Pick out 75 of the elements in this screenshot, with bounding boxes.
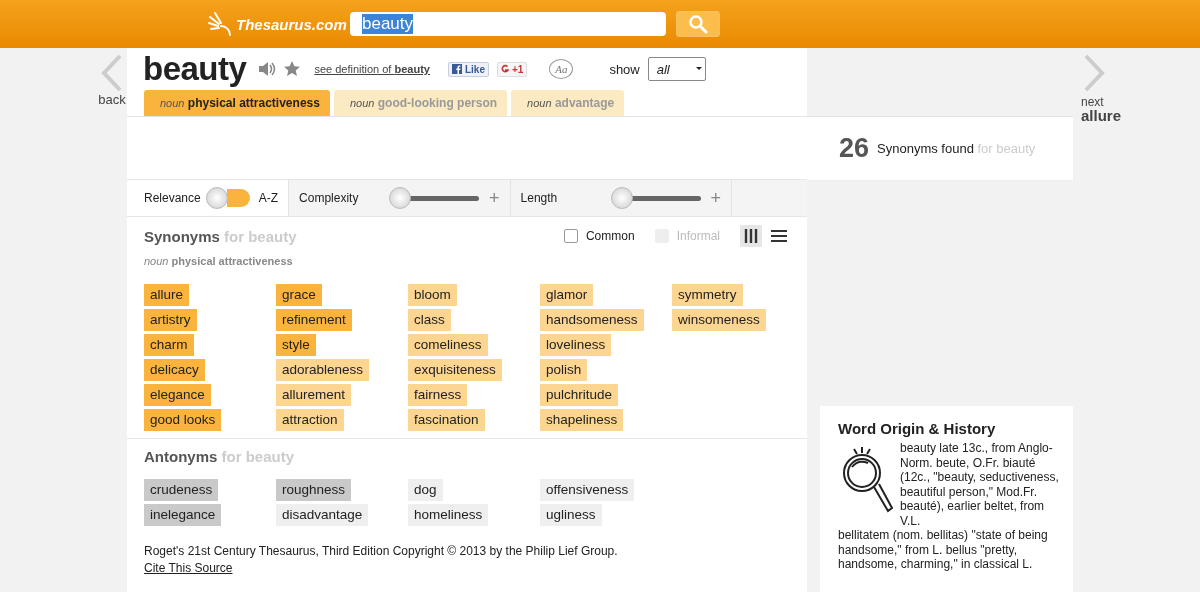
synonym-link[interactable]: elegance: [144, 384, 211, 406]
plus-one-button[interactable]: +1: [497, 61, 528, 77]
filter-slider[interactable]: [389, 187, 480, 209]
synonym-link[interactable]: winsomeness: [672, 309, 766, 331]
sense-tab[interactable]: noun good-looking person: [333, 90, 508, 116]
synonym-link[interactable]: adorableness: [276, 359, 370, 381]
antonym-link[interactable]: ugliness: [540, 504, 602, 526]
synonym-link[interactable]: glamor: [540, 284, 594, 306]
synonym-link[interactable]: artistry: [144, 309, 197, 331]
facebook-icon: [451, 63, 462, 74]
google-icon: [501, 63, 509, 74]
sense-label: noun physical attractiveness: [144, 255, 294, 267]
sort-option[interactable]: A-Z: [258, 191, 279, 205]
antonym-link[interactable]: roughness: [276, 479, 352, 501]
definition-link[interactable]: see definition of beauty: [314, 63, 430, 75]
checkbox-label: Common: [585, 229, 635, 243]
synonym-link[interactable]: grace: [276, 284, 322, 306]
synonym-link[interactable]: allurement: [276, 384, 352, 406]
filter-label: Complexity: [299, 191, 360, 205]
origin-text: beauty late 13c., from Anglo-Norm. beute, O.Fr. biauté (12c., "beauty, seductiveness, beautiful person," Mod.Fr. beauté), earlier beltet, from V.L.: [900, 441, 1059, 528]
sort-option[interactable]: Relevance: [144, 191, 201, 205]
synonym-link[interactable]: loveliness: [540, 334, 612, 356]
synonym-link[interactable]: refinement: [276, 309, 352, 331]
synonym-link[interactable]: allure: [144, 284, 190, 306]
antonym-link[interactable]: disadvantage: [276, 504, 369, 526]
filter-slider[interactable]: [610, 187, 701, 209]
checkbox-label: Informal: [676, 229, 720, 243]
back-label[interactable]: back: [98, 92, 126, 107]
synonym-link[interactable]: attraction: [276, 409, 344, 431]
back-link[interactable]: back: [97, 48, 127, 107]
speaker-icon[interactable]: [258, 61, 277, 77]
next-label: next: [1081, 96, 1104, 108]
synonym-link[interactable]: style: [276, 334, 316, 356]
sense-tab[interactable]: noun advantage: [511, 90, 625, 116]
antonym-link[interactable]: offensiveness: [540, 479, 635, 501]
cite-link[interactable]: Cite This Source: [144, 561, 233, 575]
copyright-text: Roget's 21st Century Thesaurus, Third Edition Copyright © 2013 by the Philip Lief Group.: [144, 544, 619, 558]
next-word[interactable]: allure: [1081, 108, 1122, 123]
synonym-count: 26: [839, 133, 870, 164]
show-label: show: [609, 61, 640, 77]
synonym-link[interactable]: charm: [144, 334, 194, 356]
filter-label: Length: [520, 191, 559, 205]
synonym-link[interactable]: fairness: [408, 384, 468, 406]
star-icon[interactable]: [284, 61, 301, 77]
font-size-button[interactable]: Aa: [549, 59, 574, 79]
antonym-link[interactable]: inelegance: [144, 504, 222, 526]
synonym-link[interactable]: comeliness: [408, 334, 488, 356]
show-dropdown[interactable]: all: [647, 57, 706, 81]
origin-text: bellitatem (nom. bellitas) "state of being handsome," from L. bellus "pretty, handsome, charming," in classical L.: [838, 528, 1049, 572]
checkbox[interactable]: [563, 229, 578, 243]
synonym-link[interactable]: pulchritude: [540, 384, 619, 406]
entry-word: beauty: [143, 50, 247, 88]
columns-view-button[interactable]: [740, 225, 762, 247]
synonym-link[interactable]: handsomeness: [540, 309, 644, 331]
synonym-link[interactable]: good looks: [144, 409, 222, 431]
synonym-link[interactable]: symmetry: [672, 284, 743, 306]
origin-heading: Word Origin & History: [838, 420, 997, 437]
synonym-link[interactable]: polish: [540, 359, 588, 381]
synonym-link[interactable]: delicacy: [144, 359, 205, 381]
synonym-link[interactable]: class: [408, 309, 451, 331]
antonym-link[interactable]: dog: [408, 479, 443, 501]
chevron-left-icon: [101, 54, 123, 92]
antonym-link[interactable]: homeliness: [408, 504, 489, 526]
like-button[interactable]: Like: [447, 61, 489, 77]
synonym-link[interactable]: bloom: [408, 284, 457, 306]
antonym-link[interactable]: crudeness: [144, 479, 219, 501]
synonym-link[interactable]: exquisiteness: [408, 359, 502, 381]
sunburst-icon: [208, 11, 234, 37]
synonym-link[interactable]: shapeliness: [540, 409, 624, 431]
next-link[interactable]: next allure: [1073, 48, 1122, 123]
chevron-right-icon: [1083, 54, 1105, 92]
search-field[interactable]: beauty: [350, 12, 666, 36]
sense-tab[interactable]: noun physical attractiveness: [144, 90, 330, 116]
search-icon: [688, 14, 708, 34]
synonym-link[interactable]: fascination: [408, 409, 485, 431]
